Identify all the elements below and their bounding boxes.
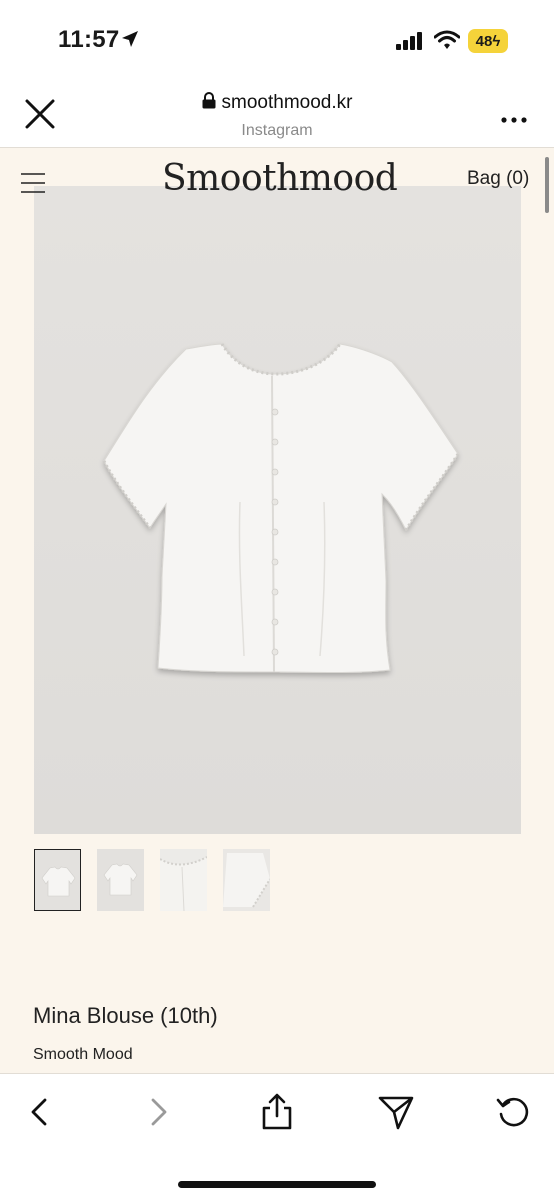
lock-icon [202,92,216,114]
source-label: Instagram [241,122,313,139]
product-title: Mina Blouse (10th) [33,1003,218,1028]
product-main-image[interactable] [34,186,521,834]
bag-link[interactable]: Bag (0) [467,168,529,190]
charging-bolt-icon: ϟ [492,32,501,50]
thumbnail-4[interactable] [223,849,270,911]
thumbnail-2[interactable] [97,849,144,911]
hamburger-menu-icon[interactable] [20,172,46,194]
site-logo[interactable]: Smoothmood [162,158,398,206]
cellular-signal-icon [396,32,424,55]
home-indicator[interactable] [178,1181,376,1188]
battery-level: 48 [475,32,493,50]
browser-header: smoothmood.kr Instagram [0,80,554,148]
blouse-image [102,343,460,673]
url-text: smoothmood.kr [221,92,353,113]
address-bar[interactable]: smoothmood.kr [0,92,554,114]
back-arrow-icon[interactable] [20,1092,60,1132]
location-arrow-icon [121,30,139,53]
status-time: 11:57 [58,26,120,53]
reload-icon[interactable] [494,1092,534,1132]
wifi-icon [433,30,461,55]
thumbnail-1[interactable] [34,849,81,911]
product-brand[interactable]: Smooth Mood [33,1046,133,1064]
thumbnail-3[interactable] [160,849,207,911]
scrollbar[interactable] [545,157,549,213]
forward-arrow-icon[interactable] [138,1092,178,1132]
battery-indicator: 48 ϟ [468,29,508,53]
share-icon[interactable] [257,1092,297,1132]
send-icon[interactable] [376,1092,416,1132]
more-options-icon[interactable] [500,111,528,123]
status-bar: 11:57 48 ϟ [0,0,554,80]
